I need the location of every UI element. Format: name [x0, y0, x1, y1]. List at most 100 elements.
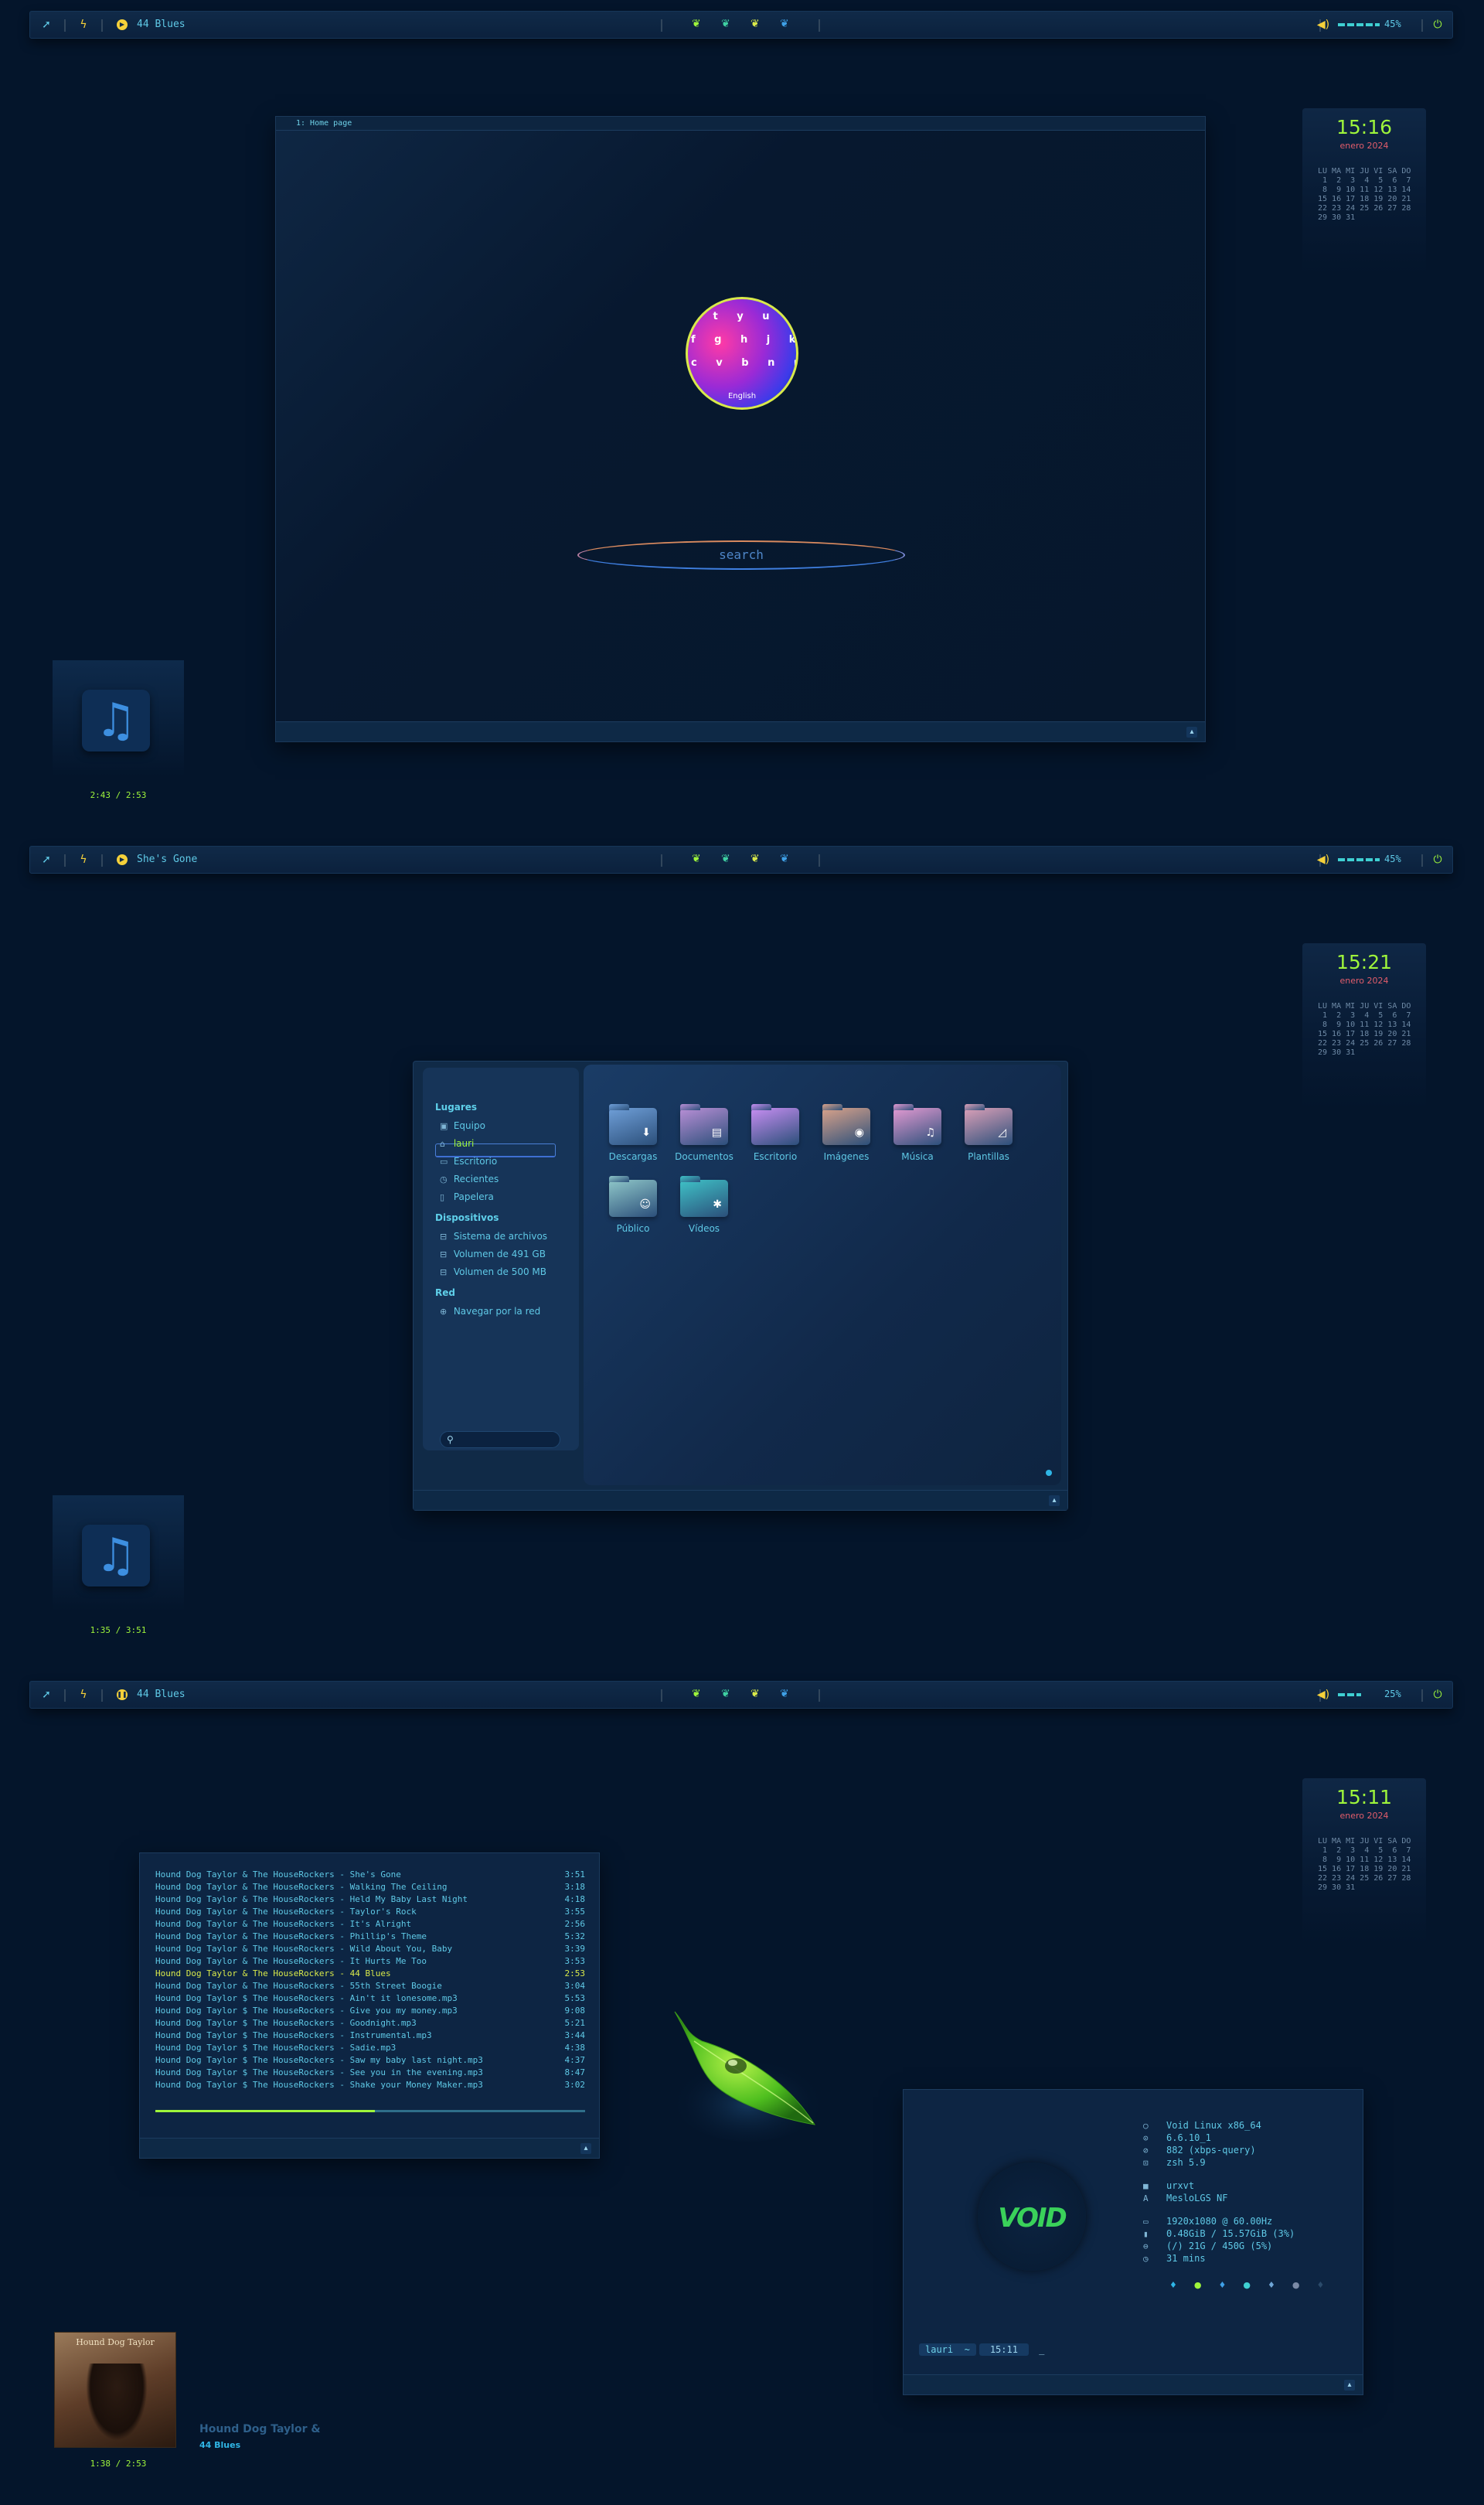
playlist-row[interactable]: Hound Dog Taylor & The HouseRockers - He… [155, 1893, 585, 1906]
folder-documentos[interactable]: ▤ Documentos [673, 1104, 735, 1162]
music-player-tile[interactable]: ♫ [53, 1495, 184, 1611]
info-text: 6.6.10_1 [1166, 2132, 1211, 2143]
info-line: ⊖ (/) 21G / 450G (5%) [1143, 2240, 1295, 2252]
desktop-icon: ▭ [440, 1157, 448, 1167]
sidebar-item-recientes[interactable]: ◷ Recientes [440, 1174, 499, 1184]
playlist-row[interactable]: Hound Dog Taylor & The HouseRockers - Sh… [155, 1869, 585, 1881]
folder-vídeos[interactable]: ✱ Vídeos [673, 1176, 735, 1234]
playlist-row[interactable]: Hound Dog Taylor $ The HouseRockers - Gi… [155, 2005, 585, 2017]
track-duration: 2:56 [564, 1919, 586, 1929]
lightning-icon[interactable]: ϟ [77, 1688, 90, 1702]
music-player-tile[interactable]: ♫ [53, 660, 184, 776]
calendar-week: 15 16 17 18 19 20 21 [1318, 1030, 1411, 1038]
playlist-row[interactable]: Hound Dog Taylor $ The HouseRockers - In… [155, 2030, 585, 2042]
playlist-row[interactable]: Hound Dog Taylor & The HouseRockers - Wi… [155, 1943, 585, 1955]
playlist-row[interactable]: Hound Dog Taylor & The HouseRockers - Ta… [155, 1906, 585, 1918]
playlist-row[interactable]: Hound Dog Taylor & The HouseRockers - 44… [155, 1968, 585, 1980]
workspace-2-icon[interactable]: ❦ [721, 1688, 730, 1700]
prompt-time: 15:11 [979, 2343, 1029, 2356]
workspace-3-icon[interactable]: ❦ [751, 18, 760, 30]
track-title: Hound Dog Taylor & The HouseRockers - Ta… [155, 1907, 417, 1917]
sidebar-item-volumen-de-491-gb[interactable]: ⊟ Volumen de 491 GB [440, 1249, 546, 1259]
workspace-4-icon[interactable]: ❦ [780, 18, 789, 30]
calendar-week: 1 2 3 4 5 6 7 [1318, 176, 1411, 185]
info-text: (/) 21G / 450G (5%) [1166, 2241, 1273, 2251]
folder-público[interactable]: ☺ Público [602, 1176, 664, 1234]
info-text: Void Linux x86_64 [1166, 2120, 1261, 2131]
play-pause-icon[interactable]: ▶ [117, 19, 128, 30]
play-pause-icon[interactable]: ▶ [117, 854, 128, 865]
album-art-figure [86, 2364, 148, 2441]
playlist-row[interactable]: Hound Dog Taylor & The HouseRockers - 55… [155, 1980, 585, 1992]
lightning-icon[interactable]: ϟ [77, 18, 90, 32]
playback-progress-bar[interactable] [155, 2110, 585, 2112]
power-icon[interactable]: ⏻ [1431, 18, 1445, 32]
play-pause-icon[interactable]: ❚❚ [117, 1689, 128, 1700]
playlist-row[interactable]: Hound Dog Taylor $ The HouseRockers - Go… [155, 2017, 585, 2030]
track-title: Hound Dog Taylor $ The HouseRockers - Sa… [155, 2055, 483, 2065]
volume-icon[interactable]: ◀) [1316, 18, 1330, 32]
sidebar-item-navegar-por-la-red[interactable]: ⊕ Navegar por la red [440, 1306, 540, 1317]
folder-escritorio[interactable]: Escritorio [744, 1104, 806, 1162]
workspace-2-icon[interactable]: ❦ [721, 853, 730, 865]
folder-plantillas[interactable]: ◿ Plantillas [958, 1104, 1019, 1162]
template-icon: ◿ [998, 1126, 1006, 1139]
volume-bar[interactable] [1338, 858, 1380, 861]
sidebar-item-sistema-de-archivos[interactable]: ⊟ Sistema de archivos [440, 1231, 547, 1242]
launcher-rocket-icon[interactable]: ➚ [39, 1688, 53, 1702]
power-icon[interactable]: ⏻ [1431, 853, 1445, 867]
track-duration: 4:37 [564, 2055, 586, 2065]
tab-home-page[interactable]: 1: Home page [296, 119, 352, 128]
shell-prompt[interactable]: lauri ~15:11 _ [919, 2343, 1044, 2356]
playlist-row[interactable]: Hound Dog Taylor $ The HouseRockers - Se… [155, 2067, 585, 2079]
workspace-1-icon[interactable]: ❦ [692, 853, 701, 865]
sidebar-item-equipo[interactable]: ▣ Equipo [440, 1120, 485, 1131]
search-input[interactable]: search [577, 540, 905, 570]
window-menu-button[interactable]: ▴ [1186, 727, 1197, 738]
power-icon[interactable]: ⏻ [1431, 1688, 1445, 1702]
playlist-row[interactable]: Hound Dog Taylor & The HouseRockers - It… [155, 1918, 585, 1931]
window-menu-button[interactable]: ▴ [1344, 2380, 1355, 2391]
launcher-rocket-icon[interactable]: ➚ [39, 853, 53, 867]
playlist-row[interactable]: Hound Dog Taylor $ The HouseRockers - Sh… [155, 2079, 585, 2091]
volume-icon[interactable]: ◀) [1316, 1688, 1330, 1702]
volume-bar[interactable] [1338, 23, 1380, 26]
folder-descargas[interactable]: ⬇ Descargas [602, 1104, 664, 1162]
info-glyph-icon: ◷ [1143, 2254, 1149, 2264]
workspace-3-icon[interactable]: ❦ [751, 853, 760, 865]
sidebar-search-field[interactable]: ⚲ [440, 1431, 560, 1448]
playlist-row[interactable]: Hound Dog Taylor $ The HouseRockers - Ai… [155, 1992, 585, 2005]
now-playing-title: 44 Blues [137, 1689, 186, 1700]
window-menu-button[interactable]: ▴ [580, 2143, 591, 2154]
workspace-4-icon[interactable]: ❦ [780, 853, 789, 865]
workspace-1-icon[interactable]: ❦ [692, 1688, 701, 1700]
sidebar-item-papelera[interactable]: ▯ Papelera [440, 1191, 494, 1202]
volume-bar[interactable] [1338, 1693, 1361, 1696]
playlist-row[interactable]: Hound Dog Taylor & The HouseRockers - Ph… [155, 1931, 585, 1943]
info-text: 31 mins [1166, 2253, 1206, 2264]
lightning-icon[interactable]: ϟ [77, 853, 90, 867]
playlist-row[interactable]: Hound Dog Taylor & The HouseRockers - Wa… [155, 1881, 585, 1893]
track-duration: 3:55 [564, 1907, 586, 1917]
workspace-1-icon[interactable]: ❦ [692, 18, 701, 30]
volume-icon[interactable]: ◀) [1316, 853, 1330, 867]
playlist-row[interactable]: Hound Dog Taylor $ The HouseRockers - Sa… [155, 2042, 585, 2054]
window-menu-button[interactable]: ▴ [1049, 1495, 1060, 1506]
sidebar-item-volumen-de-500-mb[interactable]: ⊟ Volumen de 500 MB [440, 1266, 546, 1277]
folder-música[interactable]: ♫ Música [887, 1104, 948, 1162]
workspace-4-icon[interactable]: ❦ [780, 1688, 789, 1700]
playlist-row[interactable]: Hound Dog Taylor $ The HouseRockers - Sa… [155, 2054, 585, 2067]
calendar-header: LU MA MI JU VI SA DO [1318, 1837, 1411, 1846]
sidebar-item-lauri[interactable]: ⌂ lauri [440, 1138, 474, 1149]
track-title: Hound Dog Taylor $ The HouseRockers - In… [155, 2030, 432, 2040]
launcher-rocket-icon[interactable]: ➚ [39, 18, 53, 32]
playlist-row[interactable]: Hound Dog Taylor & The HouseRockers - It… [155, 1955, 585, 1968]
workspace-3-icon[interactable]: ❦ [751, 1688, 760, 1700]
info-glyph-icon: ⊡ [1143, 2158, 1149, 2168]
sidebar-item-escritorio[interactable]: ▭ Escritorio [440, 1156, 497, 1167]
folder-imágenes[interactable]: ◉ Imágenes [815, 1104, 877, 1162]
sidebar-item-label: Volumen de 500 MB [453, 1266, 546, 1277]
workspace-2-icon[interactable]: ❦ [721, 18, 730, 30]
folder-icon: ☺ [609, 1176, 657, 1217]
track-title: Hound Dog Taylor $ The HouseRockers - Ai… [155, 1993, 458, 2003]
